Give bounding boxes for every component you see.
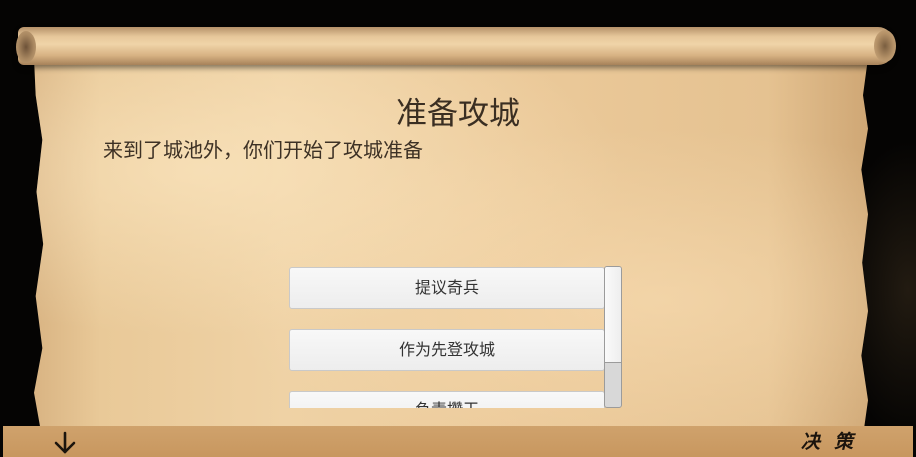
event-title: 准备攻城 [396, 96, 520, 132]
scroll-rod [18, 27, 894, 65]
scroll-rod-end-left [16, 31, 36, 63]
bottom-bar [3, 426, 913, 457]
arrow-down-icon[interactable] [52, 431, 78, 455]
decision-label: 决策 [801, 431, 868, 453]
option-list-scrollbar[interactable] [604, 266, 622, 408]
scrollbar-thumb[interactable] [605, 267, 621, 363]
option-button-3[interactable]: 负责攒干 [289, 391, 605, 408]
scroll-rod-end-right [874, 30, 896, 62]
option-button-2[interactable]: 作为先登攻城 [289, 329, 605, 371]
option-list: 提议奇兵 作为先登攻城 负责攒干 [289, 267, 605, 408]
option-button-1[interactable]: 提议奇兵 [289, 267, 605, 309]
event-description: 来到了城池外，你们开始了攻城准备 [103, 138, 423, 162]
game-screen: 准备攻城 来到了城池外，你们开始了攻城准备 提议奇兵 作为先登攻城 负责攒干 决… [0, 0, 916, 457]
